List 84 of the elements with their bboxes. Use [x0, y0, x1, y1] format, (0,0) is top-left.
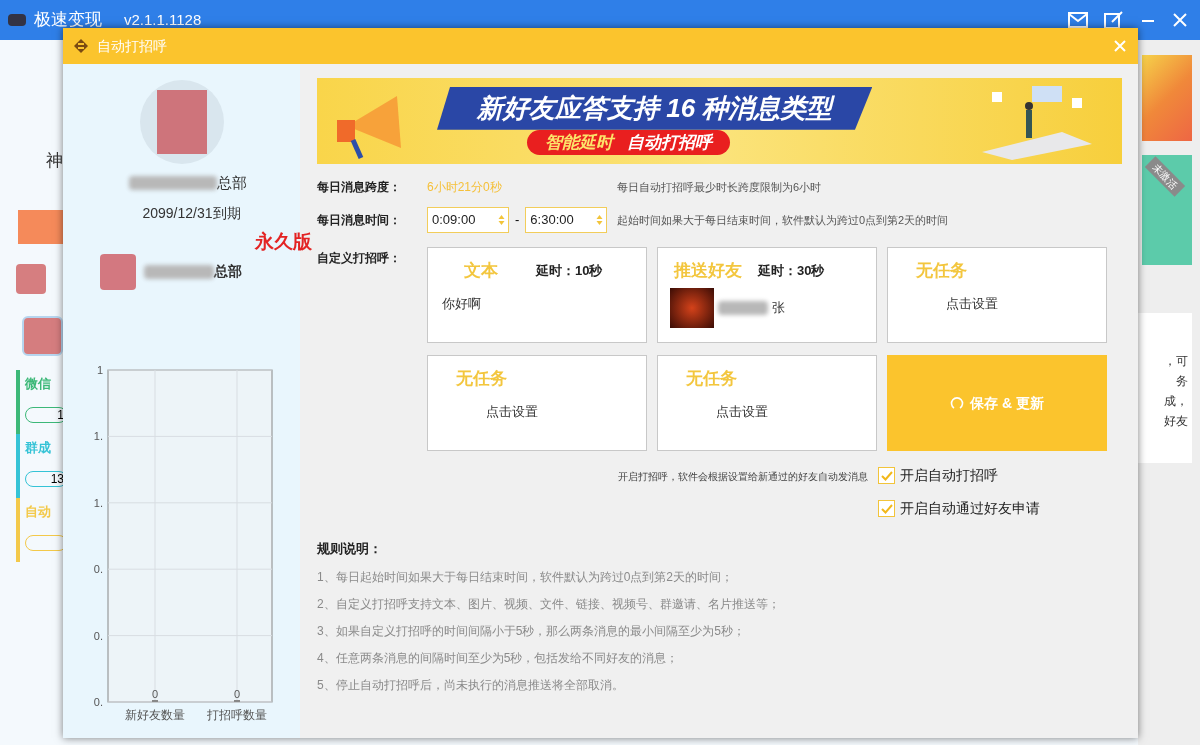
section-title: 自动 — [25, 502, 52, 521]
spin-arrows-icon[interactable] — [498, 214, 505, 226]
avatar-placeholder — [22, 315, 63, 356]
mail-icon[interactable] — [1068, 12, 1088, 28]
expiry-date: 2099/12/31到期 — [142, 203, 241, 223]
checkbox[interactable] — [878, 500, 895, 517]
axis-tick-label: 1. — [93, 496, 103, 509]
axis-category-label: 打招呼数量 — [207, 708, 267, 722]
time-spinbox[interactable]: 0:09:00 — [427, 207, 509, 233]
delay-text: 延时：30秒 — [758, 262, 825, 280]
inactive-ribbon: 未激活 — [1144, 156, 1186, 197]
section-title: 微信 — [25, 374, 52, 393]
text-fragment: 好友 — [1164, 413, 1188, 430]
close-icon[interactable] — [1114, 40, 1126, 52]
text-fragment: 务 — [1176, 373, 1188, 390]
refresh-icon — [950, 396, 965, 410]
banner-tag: 自动打招呼 — [627, 129, 712, 156]
card-title: 无任务 — [916, 260, 968, 282]
account-name: 总部 — [216, 173, 247, 193]
card-title: 文本 — [464, 260, 498, 282]
account-name: 总部 — [214, 262, 242, 281]
friend-name: 张 — [772, 298, 785, 317]
avatar-placeholder — [670, 287, 714, 328]
blurred-text — [718, 300, 768, 315]
spin-arrows-icon[interactable] — [596, 214, 604, 226]
field-label: 每日消息时间： — [317, 212, 402, 229]
text-fragment: ，可 — [1164, 353, 1188, 370]
greeting-card[interactable]: 无任务 点击设置 — [887, 247, 1107, 343]
check-icon — [880, 503, 893, 514]
field-label: 自定义打招呼： — [317, 250, 402, 267]
banner-headline: 新好友应答支持 16 种消息类型 — [437, 86, 873, 130]
section-title: 群成 — [25, 438, 52, 457]
delay-text: 延时：10秒 — [536, 262, 603, 280]
side-label: 神 — [46, 150, 63, 172]
option-checkbox[interactable]: 开启自动打招呼 — [878, 465, 1040, 486]
dialog-title: 自动打招呼 — [97, 36, 167, 56]
rule-text: 3、如果自定义打招呼的时间间隔小于5秒，那么两条消息的最小间隔至少为5秒； — [317, 622, 747, 640]
rule-text: 4、任意两条消息的间隔时间至少为5秒，包括发给不同好友的消息； — [317, 649, 680, 667]
app-version: v2.1.1.1128 — [124, 9, 202, 30]
axis-tick-label: 1 — [96, 364, 103, 376]
check-icon — [880, 470, 893, 481]
edit-icon[interactable] — [1104, 11, 1124, 29]
field-label: 每日消息跨度： — [317, 179, 402, 196]
axis-category-label: 新好友数量 — [125, 708, 185, 722]
card-title: 推送好友 — [674, 260, 742, 282]
rules-title: 规则说明： — [317, 540, 383, 558]
app-title: 极速变现 — [34, 9, 102, 32]
rule-text: 2、自定义打招呼支持文本、图片、视频、文件、链接、视频号、群邀请、名片推送等； — [317, 595, 781, 613]
greeting-card[interactable]: 无任务 点击设置 — [657, 355, 877, 451]
avatar-placeholder — [100, 253, 136, 290]
range-separator: - — [515, 211, 520, 230]
setup-text: 点击设置 — [715, 402, 769, 421]
banner-tag: 智能延时 — [545, 129, 613, 156]
rule-text: 5、停止自动打招呼后，尚未执行的消息推送将全部取消。 — [317, 676, 625, 694]
message-text: 你好啊 — [442, 294, 482, 313]
app-logo-icon — [8, 14, 26, 26]
greeting-card[interactable]: 文本 延时：10秒 你好啊 — [427, 247, 647, 343]
axis-tick-label: 0. — [93, 696, 103, 708]
axis-tick-label: 1. — [93, 430, 103, 443]
logo-icon — [73, 38, 89, 54]
greeting-card[interactable]: 推送好友 延时：30秒 张 — [657, 247, 877, 343]
card-title: 无任务 — [456, 368, 508, 390]
avatar-placeholder — [16, 263, 46, 294]
greeting-card[interactable]: 无任务 点击设置 — [427, 355, 647, 451]
checkbox[interactable] — [878, 467, 895, 484]
hint-text: 开启打招呼，软件会根据设置给新通过的好友自动发消息 — [617, 470, 869, 484]
card-title: 无任务 — [686, 368, 738, 390]
banner-tile — [18, 209, 63, 244]
hint-text: 每日自动打招呼最少时长跨度限制为6小时 — [617, 179, 823, 195]
close-icon[interactable] — [1172, 12, 1188, 28]
span-value: 6小时21分0秒 — [427, 179, 503, 196]
rule-text: 1、每日起始时间如果大于每日结束时间，软件默认为跨过0点到第2天的时间； — [317, 568, 735, 586]
setup-text: 点击设置 — [945, 294, 999, 313]
hint-text: 起始时间如果大于每日结束时间，软件默认为跨过0点到第2天的时间 — [617, 212, 950, 228]
axis-tick-label: 0. — [93, 629, 103, 642]
option-checkbox[interactable]: 开启自动通过好友申请 — [878, 498, 1040, 519]
blurred-text — [144, 264, 214, 279]
data-label: 0 — [233, 688, 241, 700]
edition-label: 永久版 — [255, 230, 312, 254]
setup-text: 点击设置 — [485, 402, 539, 421]
time-spinbox[interactable]: 6:30:00 — [525, 207, 608, 233]
data-label: 0 — [151, 688, 159, 700]
axis-tick-label: 0. — [93, 563, 103, 576]
text-fragment: 成， — [1164, 393, 1188, 410]
